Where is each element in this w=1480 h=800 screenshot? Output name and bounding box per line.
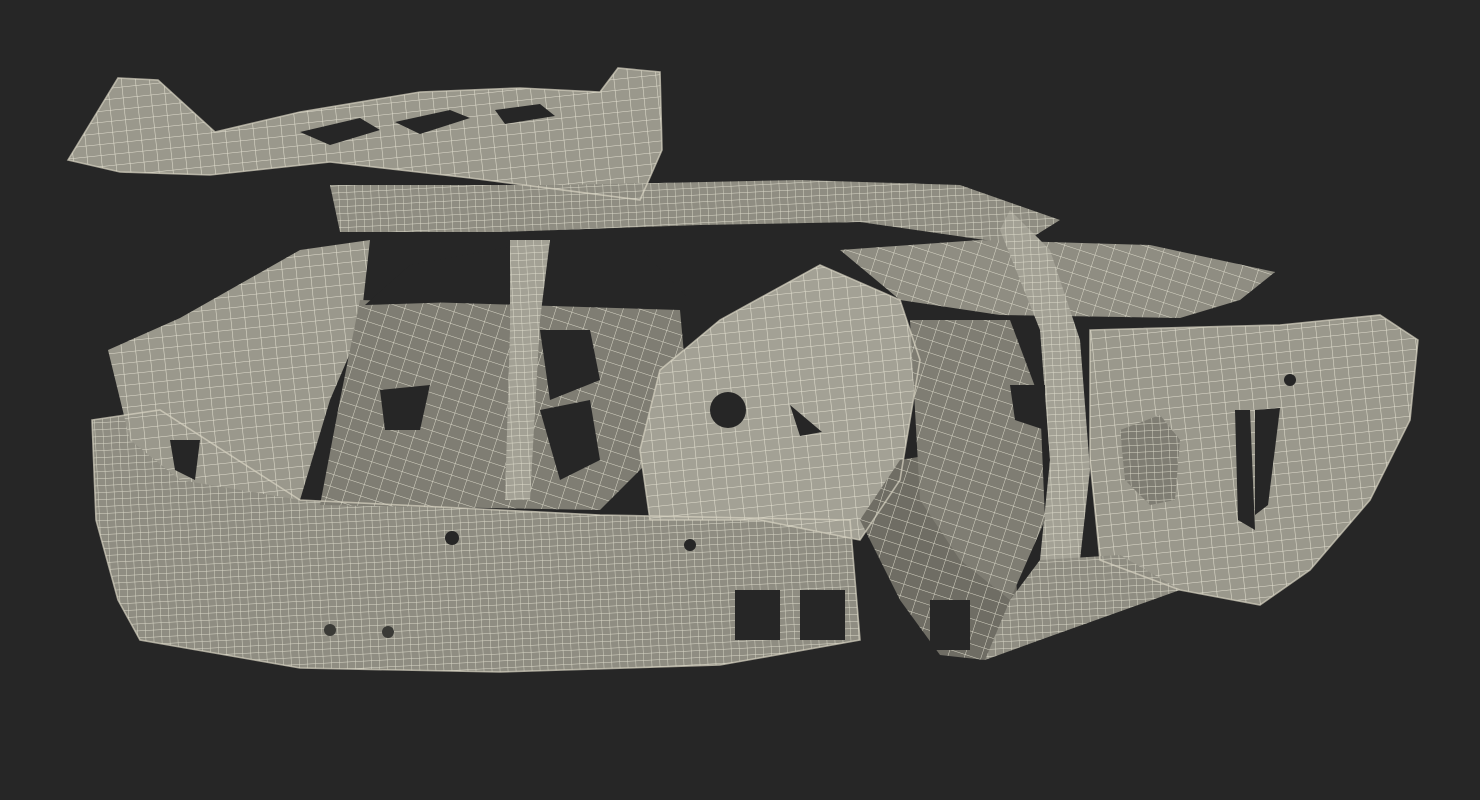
car-body-wireframe	[66, 67, 1419, 673]
render-viewport	[0, 0, 1480, 800]
